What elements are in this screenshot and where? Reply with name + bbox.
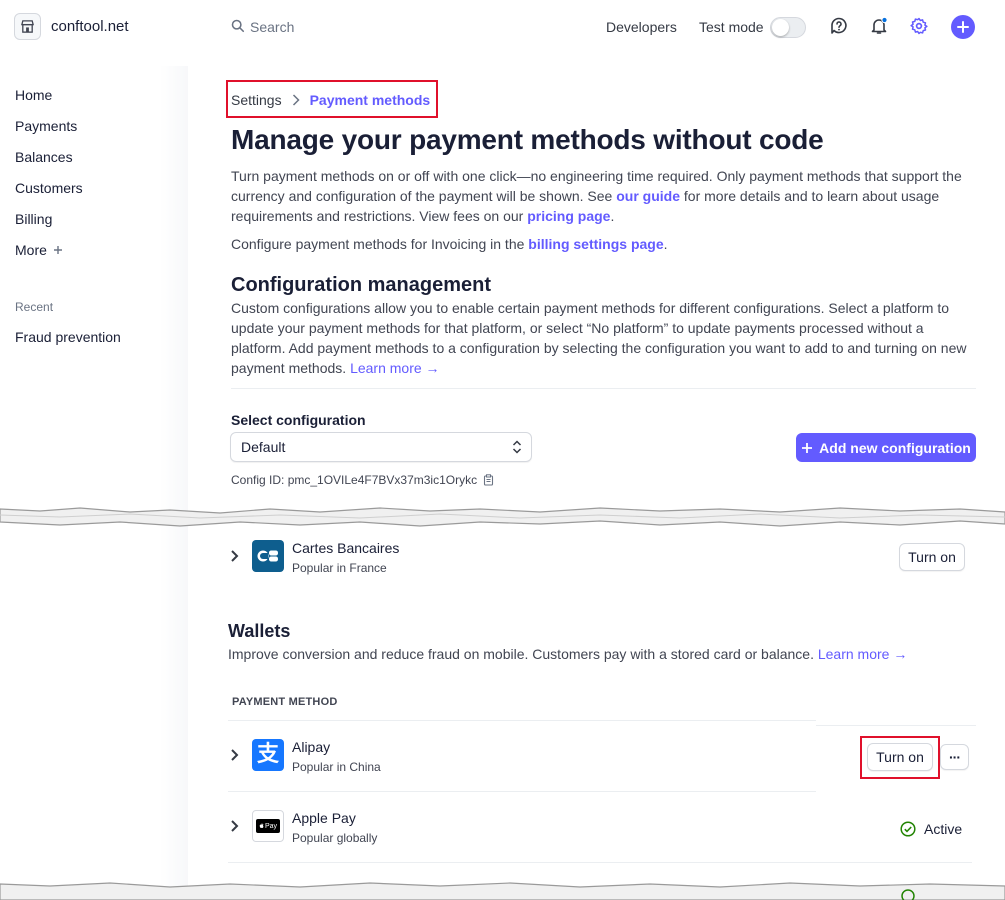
torn-edge-divider xyxy=(0,882,1005,900)
page-title: Manage your payment methods without code xyxy=(231,124,824,155)
sidebar-item-home[interactable]: Home xyxy=(15,87,52,103)
config-description: Custom configurations allow you to enabl… xyxy=(231,298,976,378)
config-select-value: Default xyxy=(241,439,286,455)
invoicing-text-part: . xyxy=(663,236,668,252)
cartes-bancaires-turn-on-button[interactable]: Turn on xyxy=(899,543,965,571)
pricing-page-link[interactable]: pricing page xyxy=(527,208,610,224)
config-description-text: Custom configurations allow you to enabl… xyxy=(231,300,967,376)
divider xyxy=(228,862,972,863)
config-select[interactable]: Default xyxy=(230,432,532,462)
alipay-turn-on-button[interactable]: Turn on xyxy=(867,743,933,771)
wallets-description-text: Improve conversion and reduce fraud on m… xyxy=(228,646,818,662)
test-mode-toggle[interactable] xyxy=(770,17,806,38)
chevron-right-icon xyxy=(292,94,300,106)
test-mode-label: Test mode xyxy=(699,19,764,35)
recent-label: Recent xyxy=(15,300,54,314)
select-config-label: Select configuration xyxy=(231,412,366,428)
check-circle-icon xyxy=(900,821,916,837)
sidebar-recent-fraud-prevention[interactable]: Fraud prevention xyxy=(15,329,121,345)
expand-chevron-icon[interactable] xyxy=(230,550,240,562)
top-bar: conftool.net Developers Test mode xyxy=(0,0,1005,54)
config-id-text: Config ID: pmc_1OVILe4F7BVx37m3ic1Orykc xyxy=(231,473,478,487)
add-new-configuration-button[interactable]: Add new configuration xyxy=(796,433,976,462)
plus-icon xyxy=(53,246,62,254)
account-name[interactable]: conftool.net xyxy=(51,18,129,35)
toggle-knob xyxy=(772,19,789,36)
config-id: Config ID: pmc_1OVILe4F7BVx37m3ic1Orykc xyxy=(231,473,494,487)
sidebar-item-more[interactable]: More xyxy=(15,242,63,258)
expand-chevron-icon[interactable] xyxy=(230,749,240,761)
cartes-bancaires-logo-icon xyxy=(252,540,284,572)
divider xyxy=(228,720,816,721)
create-plus-button[interactable] xyxy=(951,15,975,39)
apple-pay-status-text: Active xyxy=(924,821,963,837)
apple-pay-logo-text: Pay xyxy=(264,822,278,830)
apple-pay-status: Active xyxy=(900,821,962,837)
intro-text-part: . xyxy=(610,208,615,224)
breadcrumb-settings-link[interactable]: Settings xyxy=(231,92,282,108)
config-management-heading: Configuration management xyxy=(231,274,492,296)
divider xyxy=(231,388,976,389)
apple-icon xyxy=(259,823,264,829)
search-icon xyxy=(231,19,245,33)
sidebar-item-more-label: More xyxy=(15,242,47,258)
wallets-description: Improve conversion and reduce fraud on m… xyxy=(228,646,907,662)
settings-gear-icon[interactable] xyxy=(908,15,930,37)
divider xyxy=(816,725,976,726)
sidebar-item-balances[interactable]: Balances xyxy=(15,149,73,165)
developers-link[interactable]: Developers xyxy=(606,19,677,35)
our-guide-link[interactable]: our guide xyxy=(616,188,680,204)
notifications-bell-icon[interactable] xyxy=(868,15,890,37)
sidebar-item-payments[interactable]: Payments xyxy=(15,118,77,134)
divider xyxy=(228,791,816,792)
plus-icon xyxy=(957,21,969,33)
breadcrumb: Settings Payment methods xyxy=(231,92,430,108)
store-icon[interactable] xyxy=(14,13,41,40)
wallets-learn-more-link[interactable]: Learn more → xyxy=(818,646,907,662)
sidebar-item-billing[interactable]: Billing xyxy=(15,211,52,227)
invoicing-text: Configure payment methods for Invoicing … xyxy=(231,234,976,254)
config-learn-more-link[interactable]: Learn more → xyxy=(350,360,439,376)
apple-pay-name: Apple Pay xyxy=(292,810,356,826)
search-input[interactable] xyxy=(250,16,550,38)
cartes-bancaires-name: Cartes Bancaires xyxy=(292,540,400,556)
apple-pay-logo-icon: Pay xyxy=(252,810,284,842)
alipay-sub: Popular in China xyxy=(292,760,381,774)
alipay-name: Alipay xyxy=(292,739,331,755)
add-config-label: Add new configuration xyxy=(819,439,971,456)
copy-clipboard-icon[interactable] xyxy=(483,474,494,486)
alipay-logo-icon: 支 xyxy=(252,739,284,771)
cartes-bancaires-sub: Popular in France xyxy=(292,561,387,575)
payment-method-column-header: PAYMENT METHOD xyxy=(232,696,338,708)
sidebar-item-customers[interactable]: Customers xyxy=(15,180,83,196)
plus-icon xyxy=(802,442,813,453)
intro-text: Turn payment methods on or off with one … xyxy=(231,166,976,226)
wallets-heading: Wallets xyxy=(228,621,291,641)
billing-settings-link[interactable]: billing settings page xyxy=(528,236,663,252)
expand-chevron-icon[interactable] xyxy=(230,820,240,832)
invoicing-text-part: Configure payment methods for Invoicing … xyxy=(231,236,529,252)
torn-edge-divider xyxy=(0,507,1005,527)
chevron-up-down-icon xyxy=(512,440,522,454)
breadcrumb-current: Payment methods xyxy=(309,92,431,108)
apple-pay-sub: Popular globally xyxy=(292,831,378,845)
help-icon[interactable] xyxy=(828,15,850,37)
alipay-more-options-button[interactable]: ··· xyxy=(940,744,969,770)
